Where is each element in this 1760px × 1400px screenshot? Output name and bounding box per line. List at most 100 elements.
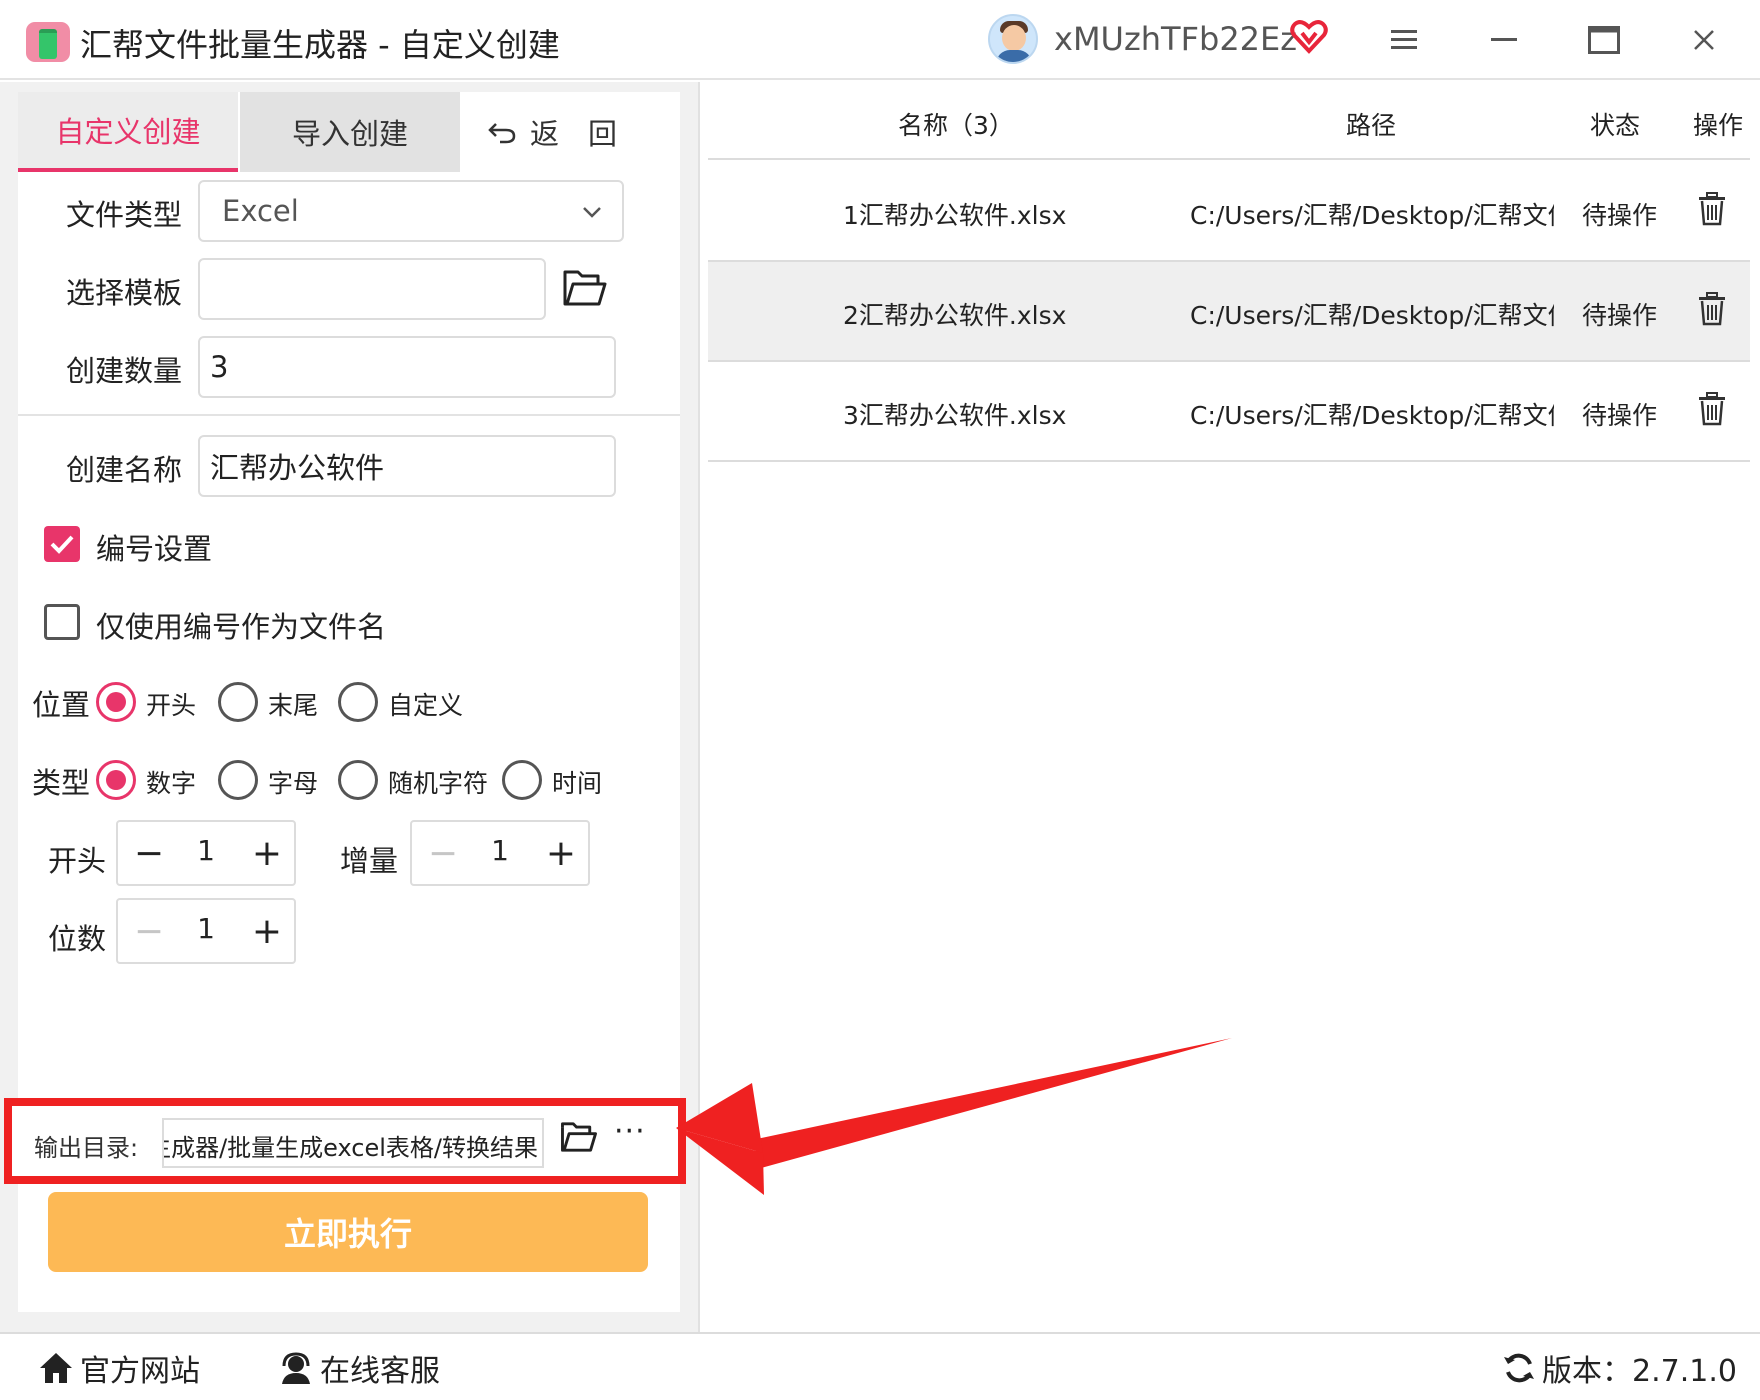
- tab-import-create[interactable]: 导入创建: [240, 92, 460, 172]
- trash-icon[interactable]: [1698, 392, 1726, 426]
- minimize-icon[interactable]: [1480, 16, 1528, 64]
- row-name: 1汇帮办公软件.xlsx: [843, 201, 1067, 230]
- start-decrement-button[interactable]: −: [126, 830, 172, 876]
- version-info[interactable]: 版本：2.7.1.0: [1502, 1346, 1737, 1390]
- position-label: 位置: [32, 688, 91, 722]
- trash-icon[interactable]: [1698, 292, 1726, 326]
- mode-tabs: 自定义创建 导入创建 返 回: [18, 92, 680, 172]
- type-option-letter: 字母: [268, 769, 319, 798]
- start-stepper: − 1 +: [116, 820, 296, 886]
- username[interactable]: xMUzhTFb22Ez: [1054, 20, 1297, 58]
- type-radio-letter[interactable]: [218, 760, 258, 800]
- output-directory-highlight: 输出目录: C:/Users/汇帮/Desktop/汇帮文件批量生成器/批量生成…: [4, 1098, 686, 1184]
- trash-icon[interactable]: [1698, 192, 1726, 226]
- row-path: C:/Users/汇帮/Desktop/汇帮文件: [1190, 301, 1554, 330]
- refresh-icon: [1504, 1353, 1534, 1383]
- position-radio-start[interactable]: [96, 682, 136, 722]
- row-status: 待操作: [1582, 401, 1658, 430]
- start-increment-button[interactable]: +: [244, 830, 290, 876]
- file-type-label: 文件类型: [66, 198, 183, 232]
- type-option-time: 时间: [552, 769, 603, 798]
- numbering-checkbox[interactable]: [44, 526, 80, 562]
- run-now-button[interactable]: 立即执行: [48, 1192, 648, 1272]
- official-site-label: 官方网站: [80, 1354, 200, 1389]
- menu-icon[interactable]: [1380, 16, 1428, 64]
- increment-stepper: − 1 +: [410, 820, 590, 886]
- type-label: 类型: [32, 766, 91, 800]
- count-label: 创建数量: [66, 354, 183, 388]
- position-radio-end[interactable]: [218, 682, 258, 722]
- type-option-random: 随机字符: [388, 769, 489, 798]
- increment-value[interactable]: 1: [472, 834, 528, 867]
- online-service-label: 在线客服: [320, 1354, 440, 1389]
- folder-icon[interactable]: [560, 1120, 598, 1154]
- start-label: 开头: [48, 844, 107, 878]
- row-status: 待操作: [1582, 301, 1658, 330]
- numbering-label: 编号设置: [96, 532, 213, 566]
- vip-heart-icon[interactable]: [1290, 18, 1328, 56]
- title-bar: 汇帮文件批量生成器 - 自定义创建 xMUzhTFb22Ez: [0, 0, 1760, 80]
- only-number-checkbox[interactable]: [44, 604, 80, 640]
- app-icon: [26, 22, 70, 62]
- online-service-link[interactable]: 在线客服: [278, 1346, 440, 1390]
- divider: [18, 414, 680, 416]
- template-label: 选择模板: [66, 276, 183, 310]
- row-path: C:/Users/汇帮/Desktop/汇帮文件: [1190, 201, 1554, 230]
- name-label: 创建名称: [66, 453, 183, 487]
- header-status: 状态: [1590, 111, 1641, 140]
- table-row[interactable]: 2汇帮办公软件.xlsx C:/Users/汇帮/Desktop/汇帮文件 待操…: [708, 262, 1750, 362]
- position-option-start: 开头: [146, 691, 197, 720]
- count-input[interactable]: 3: [198, 336, 616, 398]
- version-label: 版本：2.7.1.0: [1542, 1354, 1737, 1389]
- avatar[interactable]: [988, 14, 1038, 64]
- type-radio-random[interactable]: [338, 760, 378, 800]
- table-header: 名称（3） 路径 状态 操作: [708, 82, 1750, 160]
- row-name: 3汇帮办公软件.xlsx: [843, 401, 1067, 430]
- file-type-value: Excel: [222, 194, 299, 228]
- row-name: 2汇帮办公软件.xlsx: [843, 301, 1067, 330]
- increment-increment-button[interactable]: +: [538, 830, 584, 876]
- digits-value[interactable]: 1: [178, 912, 234, 945]
- official-site-link[interactable]: 官方网站: [38, 1346, 200, 1390]
- type-option-number: 数字: [146, 769, 197, 798]
- table-row[interactable]: 3汇帮办公软件.xlsx C:/Users/汇帮/Desktop/汇帮文件 待操…: [708, 362, 1750, 462]
- folder-icon[interactable]: [562, 268, 608, 308]
- digits-stepper: − 1 +: [116, 898, 296, 964]
- output-label: 输出目录:: [34, 1134, 139, 1162]
- check-icon: [50, 535, 74, 554]
- close-icon[interactable]: [1680, 16, 1728, 64]
- start-value[interactable]: 1: [178, 834, 234, 867]
- chevron-down-icon: [583, 207, 601, 218]
- tab-custom-create[interactable]: 自定义创建: [18, 92, 238, 172]
- maximize-icon[interactable]: [1580, 16, 1628, 64]
- type-radio-time[interactable]: [502, 760, 542, 800]
- increment-label: 增量: [340, 844, 399, 878]
- table-row[interactable]: 1汇帮办公软件.xlsx C:/Users/汇帮/Desktop/汇帮文件 待操…: [708, 162, 1750, 262]
- output-path-input[interactable]: C:/Users/汇帮/Desktop/汇帮文件批量生成器/批量生成excel表…: [162, 1118, 544, 1168]
- more-options-button[interactable]: ···: [614, 1114, 646, 1149]
- header-path: 路径: [1346, 111, 1397, 140]
- digits-decrement-button[interactable]: −: [126, 908, 172, 954]
- position-option-custom: 自定义: [388, 691, 464, 720]
- back-button[interactable]: 返 回: [488, 92, 648, 172]
- row-status: 待操作: [1582, 201, 1658, 230]
- window-title: 汇帮文件批量生成器 - 自定义创建: [80, 26, 560, 64]
- digits-increment-button[interactable]: +: [244, 908, 290, 954]
- digits-label: 位数: [48, 922, 107, 956]
- name-input[interactable]: 汇帮办公软件: [198, 435, 616, 497]
- only-number-label: 仅使用编号作为文件名: [96, 610, 387, 644]
- file-type-select[interactable]: Excel: [198, 180, 624, 242]
- template-input[interactable]: [198, 258, 546, 320]
- row-path: C:/Users/汇帮/Desktop/汇帮文件: [1190, 401, 1554, 430]
- position-option-end: 末尾: [268, 691, 319, 720]
- headset-icon: [282, 1352, 310, 1384]
- increment-decrement-button[interactable]: −: [420, 830, 466, 876]
- back-label: 返 回: [530, 117, 618, 151]
- status-bar: 官方网站 在线客服 版本：2.7.1.0: [0, 1332, 1760, 1400]
- header-operation: 操作: [1693, 111, 1744, 140]
- type-radio-number[interactable]: [96, 760, 136, 800]
- file-list-panel: 名称（3） 路径 状态 操作 1汇帮办公软件.xlsx C:/Users/汇帮/…: [700, 82, 1760, 1332]
- home-icon: [40, 1353, 72, 1383]
- position-radio-custom[interactable]: [338, 682, 378, 722]
- header-name: 名称（3）: [898, 111, 1014, 140]
